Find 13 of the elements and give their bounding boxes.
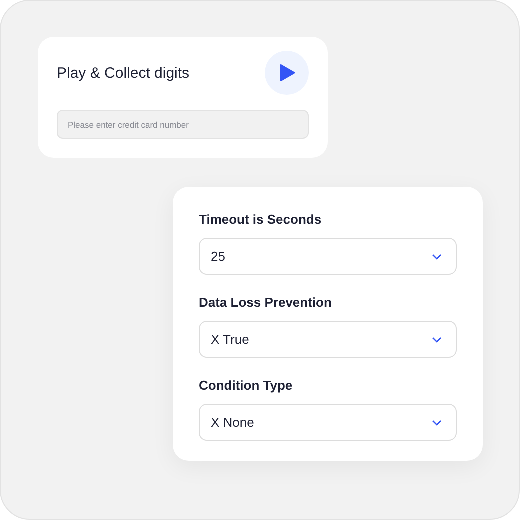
- dropdown[interactable]: 25: [199, 238, 457, 275]
- field-label: Timeout is Seconds: [199, 212, 323, 227]
- field-label: Data Loss Prevention: [199, 295, 333, 310]
- chevron-down-icon: [432, 336, 442, 342]
- dropdown[interactable]: X True: [199, 321, 457, 358]
- dropdown[interactable]: X None: [199, 404, 457, 441]
- card-number-field[interactable]: Please enter credit card number: [57, 110, 309, 139]
- card-title: Play & Collect digits: [57, 64, 190, 82]
- play-button[interactable]: [265, 51, 309, 95]
- play-icon: [279, 64, 295, 82]
- chevron-down-icon: [432, 254, 442, 260]
- field-label: Condition Type: [199, 378, 294, 393]
- chevron-down-icon: [432, 420, 442, 426]
